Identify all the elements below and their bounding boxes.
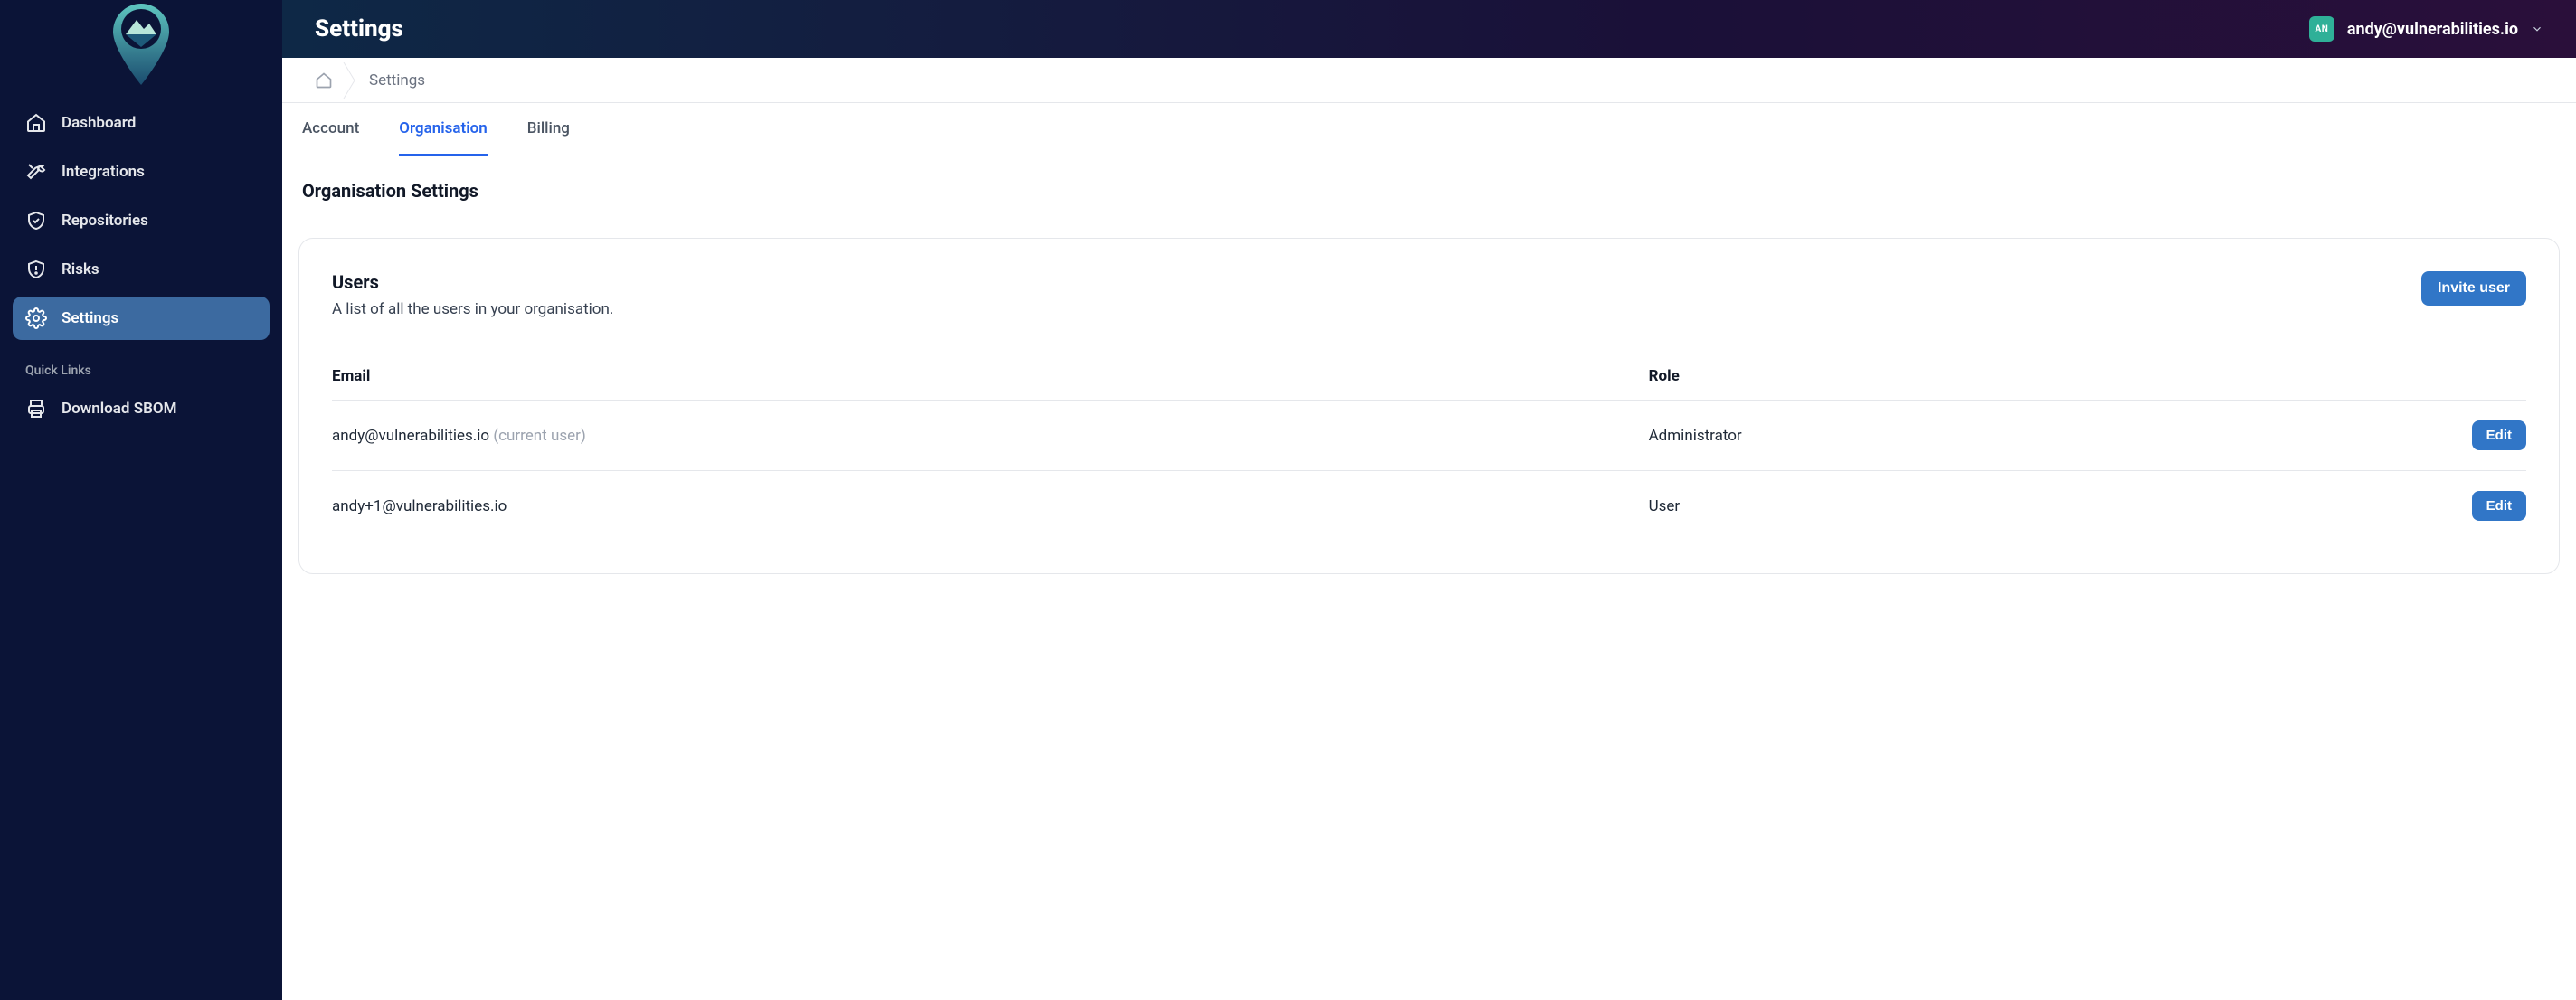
sidebar-item-label: Integrations xyxy=(62,163,145,181)
breadcrumb-separator xyxy=(342,62,360,99)
invite-user-button[interactable]: Invite user xyxy=(2421,271,2526,306)
table-row: andy+1@vulnerabilities.io User Edit xyxy=(332,471,2526,542)
avatar: AN xyxy=(2309,16,2334,42)
breadcrumb-current: Settings xyxy=(369,71,425,90)
home-icon xyxy=(25,112,47,134)
cell-actions: Edit xyxy=(2197,471,2526,542)
breadcrumb: Settings xyxy=(282,58,2576,103)
edit-user-button[interactable]: Edit xyxy=(2472,420,2526,450)
user-email: andy@vulnerabilities.io xyxy=(2347,20,2518,39)
table-row: andy@vulnerabilities.io (current user) A… xyxy=(332,401,2526,471)
sidebar-item-dashboard[interactable]: Dashboard xyxy=(13,101,270,145)
col-email: Email xyxy=(332,353,1649,401)
users-subtitle: A list of all the users in your organisa… xyxy=(332,300,613,318)
sidebar-item-risks[interactable]: Risks xyxy=(13,248,270,291)
primary-nav: Dashboard Integrations Repositories Risk… xyxy=(0,101,282,345)
sidebar-item-repositories[interactable]: Repositories xyxy=(13,199,270,242)
col-role: Role xyxy=(1649,353,2198,401)
home-icon[interactable] xyxy=(315,71,333,90)
quick-links-nav: Download SBOM xyxy=(0,387,282,436)
cell-role: Administrator xyxy=(1649,401,2198,471)
sidebar-item-label: Repositories xyxy=(62,212,148,230)
tab-billing[interactable]: Billing xyxy=(527,103,570,156)
edit-user-button[interactable]: Edit xyxy=(2472,491,2526,521)
logo xyxy=(0,4,282,101)
sidebar-item-label: Settings xyxy=(62,309,118,327)
cell-email: andy+1@vulnerabilities.io xyxy=(332,471,1649,542)
cell-email: andy@vulnerabilities.io (current user) xyxy=(332,401,1649,471)
settings-tabs: Account Organisation Billing xyxy=(282,103,2576,156)
users-title: Users xyxy=(332,271,613,293)
cell-actions: Edit xyxy=(2197,401,2526,471)
printer-icon xyxy=(25,398,47,420)
users-table: Email Role andy@vulnerabilities.io (curr… xyxy=(332,353,2526,541)
tab-organisation[interactable]: Organisation xyxy=(399,103,488,156)
quick-link-label: Download SBOM xyxy=(62,400,176,418)
quick-link-download-sbom[interactable]: Download SBOM xyxy=(13,387,270,430)
users-card-header: Users A list of all the users in your or… xyxy=(332,271,2526,318)
gear-icon xyxy=(25,307,47,329)
shield-alert-icon xyxy=(25,259,47,280)
cell-role: User xyxy=(1649,471,2198,542)
shield-check-icon xyxy=(25,210,47,231)
users-card: Users A list of all the users in your or… xyxy=(298,238,2560,574)
chevron-down-icon xyxy=(2531,23,2543,35)
sidebar-item-label: Risks xyxy=(62,260,99,278)
user-menu[interactable]: AN andy@vulnerabilities.io xyxy=(2309,16,2543,42)
main: Settings AN andy@vulnerabilities.io Sett… xyxy=(282,0,2576,1000)
section-heading: Organisation Settings xyxy=(302,180,2560,202)
quick-links-heading: Quick Links xyxy=(0,345,282,387)
sidebar: Dashboard Integrations Repositories Risk… xyxy=(0,0,282,1000)
sidebar-item-settings[interactable]: Settings xyxy=(13,297,270,340)
tools-icon xyxy=(25,161,47,183)
sidebar-item-label: Dashboard xyxy=(62,114,136,132)
header: Settings AN andy@vulnerabilities.io xyxy=(282,0,2576,58)
page-title: Settings xyxy=(315,15,403,42)
logo-icon xyxy=(113,4,169,85)
content: Organisation Settings Users A list of al… xyxy=(282,156,2576,574)
sidebar-item-integrations[interactable]: Integrations xyxy=(13,150,270,193)
col-actions xyxy=(2197,353,2526,401)
tab-account[interactable]: Account xyxy=(302,103,359,156)
